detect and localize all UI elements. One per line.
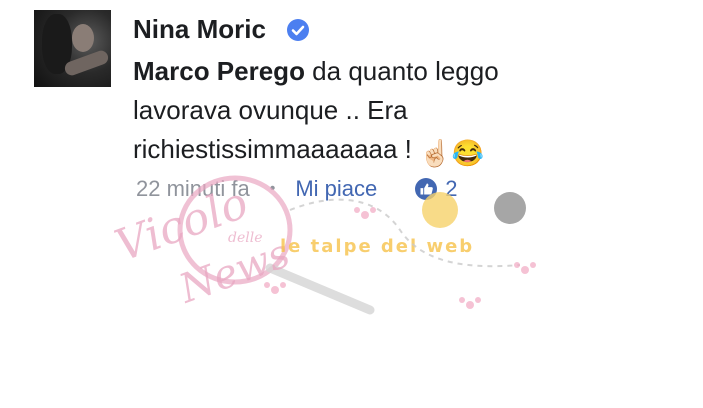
thumbs-up-icon <box>415 178 438 200</box>
like-count-value: 2 <box>445 176 458 201</box>
mention-link[interactable]: Marco Perego <box>133 56 305 86</box>
author-line: Nina Moric <box>133 14 310 45</box>
paw-icon <box>264 207 536 309</box>
verified-badge-icon <box>286 18 309 41</box>
comment-text: Marco Perego da quanto leggo lavorava ov… <box>133 52 603 173</box>
avatar-face <box>72 24 94 52</box>
like-count[interactable]: 2 <box>415 176 458 202</box>
watermark-partner: le talpe del web <box>280 236 474 257</box>
author-name[interactable]: Nina Moric <box>133 14 266 45</box>
like-button[interactable]: Mi piace <box>295 176 377 202</box>
comment-card: Nina Moric Marco Perego da quanto leggo … <box>0 0 703 408</box>
emoji: ☝🏻😂 <box>419 138 484 168</box>
timestamp[interactable]: 22 minuti fa <box>136 176 250 202</box>
watermark-girl-face-2 <box>494 192 526 224</box>
magnifier-handle <box>265 263 375 315</box>
separator: • <box>269 180 276 197</box>
comment-meta: 22 minuti fa • Mi piace 2 <box>136 176 458 202</box>
watermark-dashed-path <box>289 198 521 268</box>
watermark-brand-line2: News <box>173 230 296 312</box>
watermark-brand-small: delle <box>228 230 263 246</box>
avatar[interactable] <box>34 10 111 87</box>
